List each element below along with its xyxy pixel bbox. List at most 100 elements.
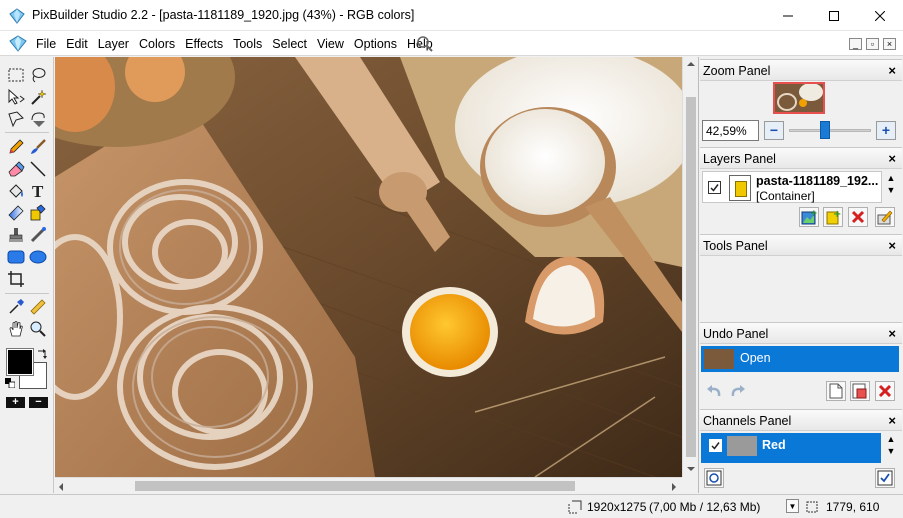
layers-scrollbar[interactable]: ▲ ▼ — [885, 172, 897, 202]
toolbox-zoom-out-button[interactable]: − — [29, 397, 48, 408]
line-tool[interactable] — [28, 159, 48, 179]
new-layer-from-image-button[interactable]: + — [799, 207, 819, 227]
gradient-tool[interactable] — [6, 203, 26, 223]
title-bar: PixBuilder Studio 2.2 - [pasta-1181189_1… — [0, 0, 903, 31]
zoom-navigator-thumbnail[interactable] — [773, 82, 825, 114]
menu-edit[interactable]: Edit — [61, 36, 93, 52]
scroll-right-icon[interactable] — [672, 483, 676, 491]
color-replace-tool[interactable] — [28, 203, 48, 223]
layer-visibility-checkbox[interactable] — [708, 181, 721, 194]
mdi-restore-button[interactable]: ▫ — [866, 38, 879, 50]
close-button[interactable] — [857, 0, 903, 31]
crop-tool[interactable] — [6, 269, 26, 289]
zoom-slider-thumb[interactable] — [819, 121, 830, 139]
scroll-up-icon[interactable] — [687, 62, 695, 66]
measure-tool[interactable] — [28, 297, 48, 317]
layer-name: pasta-1181189_192... — [756, 174, 879, 188]
polygon-lasso-icon — [8, 111, 24, 128]
channels-panel-header[interactable]: Channels Panel × — [700, 409, 902, 431]
eraser-tool[interactable] — [6, 159, 26, 179]
zoom-value-input[interactable] — [702, 120, 759, 141]
polygon-lasso-tool[interactable] — [6, 109, 26, 129]
undo-panel-header[interactable]: Undo Panel × — [700, 322, 902, 344]
undo-button[interactable] — [704, 381, 724, 401]
maximize-button[interactable] — [811, 0, 857, 31]
new-snapshot-button[interactable] — [826, 381, 846, 401]
lasso-select-tool[interactable] — [28, 65, 48, 85]
menu-effects[interactable]: Effects — [180, 36, 228, 52]
menu-colors[interactable]: Colors — [134, 36, 180, 52]
channel-item-red[interactable]: Red — [701, 433, 881, 459]
toolbox-zoom-in-button[interactable]: + — [6, 397, 25, 408]
undo-history-item[interactable]: Open — [701, 346, 899, 372]
move-tool[interactable] — [6, 87, 26, 107]
undo-panel-close-icon[interactable]: × — [888, 326, 896, 341]
scroll-down-icon[interactable] — [687, 467, 695, 471]
rect-shape-icon — [7, 250, 25, 264]
layers-panel-close-icon[interactable]: × — [888, 151, 896, 166]
rect-select-tool[interactable] — [6, 65, 26, 85]
tools-panel-header[interactable]: Tools Panel × — [700, 234, 902, 256]
mdi-minimize-button[interactable]: _ — [849, 38, 862, 50]
app-diamond-icon[interactable] — [9, 35, 27, 52]
vertical-scrollbar[interactable] — [682, 57, 698, 477]
ellipse-shape-tool[interactable] — [28, 247, 48, 267]
chevron-down-icon[interactable]: ▼ — [885, 184, 897, 196]
image-canvas[interactable] — [55, 57, 682, 477]
zoom-tool[interactable] — [28, 319, 48, 339]
new-layer-button[interactable]: + — [823, 207, 843, 227]
clone-stamp-tool[interactable] — [6, 225, 26, 245]
magnetic-lasso-tool[interactable] — [28, 109, 48, 129]
search-icon[interactable] — [416, 35, 434, 52]
zoom-panel-close-icon[interactable]: × — [888, 63, 896, 78]
rect-shape-tool[interactable] — [6, 247, 26, 267]
channels-scrollbar[interactable]: ▲ ▼ — [885, 433, 897, 463]
menu-file[interactable]: File — [31, 36, 61, 52]
layer-item[interactable]: pasta-1181189_192... [Container] — [702, 171, 882, 203]
menu-tools[interactable]: Tools — [228, 36, 267, 52]
swap-colors-icon[interactable] — [36, 348, 48, 360]
text-tool[interactable]: T — [28, 181, 48, 201]
zoom-slider-track[interactable] — [789, 129, 871, 132]
minimize-button[interactable] — [765, 0, 811, 31]
image-dimensions: 1920x1275 — [587, 500, 647, 514]
pencil-tool[interactable] — [6, 137, 26, 157]
layer-properties-button[interactable] — [875, 207, 895, 227]
layers-panel-header[interactable]: Layers Panel × — [700, 147, 902, 169]
status-dropdown-icon[interactable]: ▼ — [786, 499, 799, 513]
chevron-up-icon[interactable]: ▲ — [885, 172, 897, 184]
zoom-panel-header[interactable]: Zoom Panel × — [700, 59, 902, 81]
delete-layer-button[interactable] — [848, 207, 868, 227]
brush-tool[interactable] — [28, 137, 48, 157]
hand-tool[interactable] — [6, 319, 26, 339]
menu-layer[interactable]: Layer — [93, 36, 134, 52]
tools-panel-close-icon[interactable]: × — [888, 238, 896, 253]
channels-panel-close-icon[interactable]: × — [888, 413, 896, 428]
mdi-close-button[interactable]: × — [883, 38, 896, 50]
reset-colors-icon[interactable] — [5, 378, 15, 388]
menu-view[interactable]: View — [312, 36, 349, 52]
retouch-tool[interactable] — [28, 225, 48, 245]
channel-item-next[interactable] — [701, 459, 881, 463]
chevron-down-icon[interactable]: ▼ — [885, 445, 897, 457]
channel-mask-button[interactable] — [704, 468, 724, 488]
horizontal-scrollbar[interactable] — [55, 477, 682, 494]
magic-wand-tool[interactable] — [28, 87, 48, 107]
fill-bucket-tool[interactable] — [6, 181, 26, 201]
zoom-in-button[interactable]: + — [876, 121, 896, 140]
menu-options[interactable]: Options — [349, 36, 402, 52]
new-document-from-state-button[interactable] — [850, 381, 870, 401]
horizontal-scroll-thumb[interactable] — [135, 481, 575, 491]
scroll-left-icon[interactable] — [59, 483, 63, 491]
vertical-scroll-thumb[interactable] — [686, 97, 696, 457]
redo-button[interactable] — [728, 381, 748, 401]
chevron-up-icon[interactable]: ▲ — [885, 433, 897, 445]
delete-state-icon — [878, 384, 892, 398]
foreground-color-swatch[interactable] — [6, 348, 34, 376]
channel-visibility-checkbox[interactable] — [709, 439, 722, 452]
channel-options-button[interactable] — [875, 468, 895, 488]
eyedropper-tool[interactable] — [6, 297, 26, 317]
delete-state-button[interactable] — [875, 381, 895, 401]
menu-select[interactable]: Select — [267, 36, 312, 52]
zoom-out-button[interactable]: − — [764, 121, 784, 140]
